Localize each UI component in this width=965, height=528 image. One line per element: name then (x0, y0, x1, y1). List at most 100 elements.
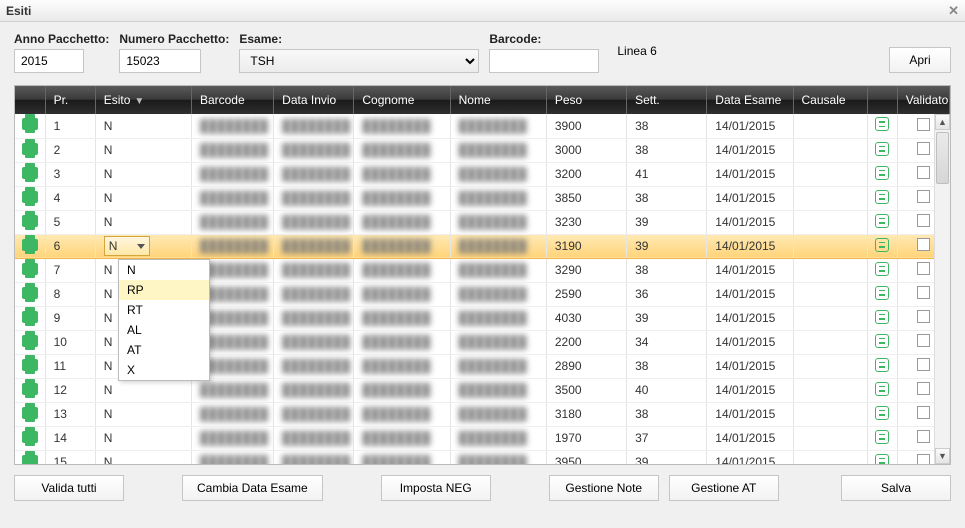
esito-option[interactable]: RT (119, 300, 209, 320)
print-cell[interactable] (15, 402, 45, 426)
col-datainvio[interactable]: Data Invio (274, 86, 354, 114)
printer-icon[interactable] (22, 118, 38, 130)
col-esito[interactable]: Esito▼ (95, 86, 191, 114)
col-nome[interactable]: Nome (450, 86, 546, 114)
printer-icon[interactable] (22, 143, 38, 155)
action-cell[interactable] (867, 138, 897, 162)
checkbox[interactable] (917, 118, 930, 131)
printer-icon[interactable] (22, 455, 38, 466)
action-cell[interactable] (867, 258, 897, 282)
action-icon[interactable] (875, 454, 889, 466)
checkbox[interactable] (917, 334, 930, 347)
checkbox[interactable] (917, 190, 930, 203)
table-row[interactable]: 2N████████████████████████████████300038… (15, 138, 950, 162)
esito-option[interactable]: AL (119, 320, 209, 340)
printer-icon[interactable] (22, 287, 38, 299)
print-cell[interactable] (15, 330, 45, 354)
esito-cell[interactable]: N (95, 402, 191, 426)
cambia-data-button[interactable]: Cambia Data Esame (182, 475, 323, 501)
esito-option[interactable]: AT (119, 340, 209, 360)
action-cell[interactable] (867, 354, 897, 378)
table-row[interactable]: 1N████████████████████████████████390038… (15, 114, 950, 138)
esito-cell[interactable]: N (95, 162, 191, 186)
scrollbar[interactable]: ▲ ▼ (934, 114, 950, 464)
print-cell[interactable] (15, 138, 45, 162)
checkbox[interactable] (917, 454, 930, 465)
checkbox[interactable] (917, 142, 930, 155)
checkbox[interactable] (917, 310, 930, 323)
checkbox[interactable] (917, 382, 930, 395)
table-row[interactable]: 5N████████████████████████████████323039… (15, 210, 950, 234)
action-cell[interactable] (867, 402, 897, 426)
action-icon[interactable] (875, 117, 889, 131)
print-cell[interactable] (15, 210, 45, 234)
anno-input[interactable] (14, 49, 84, 73)
action-cell[interactable] (867, 234, 897, 258)
print-cell[interactable] (15, 378, 45, 402)
action-cell[interactable] (867, 330, 897, 354)
esito-cell[interactable]: N (95, 210, 191, 234)
table-row[interactable]: 14N████████████████████████████████19703… (15, 426, 950, 450)
action-icon[interactable] (875, 382, 889, 396)
table-row[interactable]: 12N████████████████████████████████35004… (15, 378, 950, 402)
table-row[interactable]: 3N████████████████████████████████320041… (15, 162, 950, 186)
printer-icon[interactable] (22, 167, 38, 179)
printer-icon[interactable] (22, 407, 38, 419)
close-icon[interactable]: ✕ (948, 3, 959, 19)
print-cell[interactable] (15, 234, 45, 258)
printer-icon[interactable] (22, 431, 38, 443)
action-icon[interactable] (875, 238, 889, 252)
scroll-thumb[interactable] (936, 132, 949, 184)
checkbox[interactable] (917, 238, 930, 251)
col-pr[interactable]: Pr. (45, 86, 95, 114)
scroll-down-icon[interactable]: ▼ (935, 448, 950, 464)
esito-option[interactable]: X (119, 360, 209, 380)
printer-icon[interactable] (22, 239, 38, 251)
action-icon[interactable] (875, 214, 889, 228)
action-cell[interactable] (867, 378, 897, 402)
action-icon[interactable] (875, 262, 889, 276)
checkbox[interactable] (917, 406, 930, 419)
action-icon[interactable] (875, 166, 889, 180)
action-icon[interactable] (875, 358, 889, 372)
table-row[interactable]: 15N████████████████████████████████39503… (15, 450, 950, 465)
printer-icon[interactable] (22, 215, 38, 227)
col-peso[interactable]: Peso (546, 86, 626, 114)
col-sett[interactable]: Sett. (627, 86, 707, 114)
action-icon[interactable] (875, 142, 889, 156)
checkbox[interactable] (917, 358, 930, 371)
esito-option[interactable]: RP (119, 280, 209, 300)
printer-icon[interactable] (22, 383, 38, 395)
action-icon[interactable] (875, 406, 889, 420)
action-cell[interactable] (867, 426, 897, 450)
action-icon[interactable] (875, 286, 889, 300)
col-action[interactable] (867, 86, 897, 114)
checkbox[interactable] (917, 262, 930, 275)
esito-cell[interactable]: N (95, 114, 191, 138)
table-row[interactable]: 13N████████████████████████████████31803… (15, 402, 950, 426)
esito-dropdown[interactable]: NRPRTALATX (118, 259, 210, 381)
action-icon[interactable] (875, 334, 889, 348)
salva-button[interactable]: Salva (841, 475, 951, 501)
action-cell[interactable] (867, 114, 897, 138)
print-cell[interactable] (15, 162, 45, 186)
col-validato[interactable]: Validato (897, 86, 949, 114)
action-cell[interactable] (867, 306, 897, 330)
action-cell[interactable] (867, 282, 897, 306)
filter-icon[interactable]: ▼ (134, 96, 144, 107)
imposta-neg-button[interactable]: Imposta NEG (381, 475, 491, 501)
numero-input[interactable] (119, 49, 201, 73)
action-icon[interactable] (875, 310, 889, 324)
print-cell[interactable] (15, 282, 45, 306)
col-barcode[interactable]: Barcode (191, 86, 273, 114)
printer-icon[interactable] (22, 359, 38, 371)
printer-icon[interactable] (22, 311, 38, 323)
esito-cell[interactable]: N (95, 138, 191, 162)
esame-select[interactable]: TSH (239, 49, 479, 73)
apri-button[interactable]: Apri (889, 47, 951, 73)
col-dataesame[interactable]: Data Esame (707, 86, 793, 114)
checkbox[interactable] (917, 214, 930, 227)
col-print[interactable] (15, 86, 45, 114)
action-cell[interactable] (867, 210, 897, 234)
table-row[interactable]: 4N████████████████████████████████385038… (15, 186, 950, 210)
